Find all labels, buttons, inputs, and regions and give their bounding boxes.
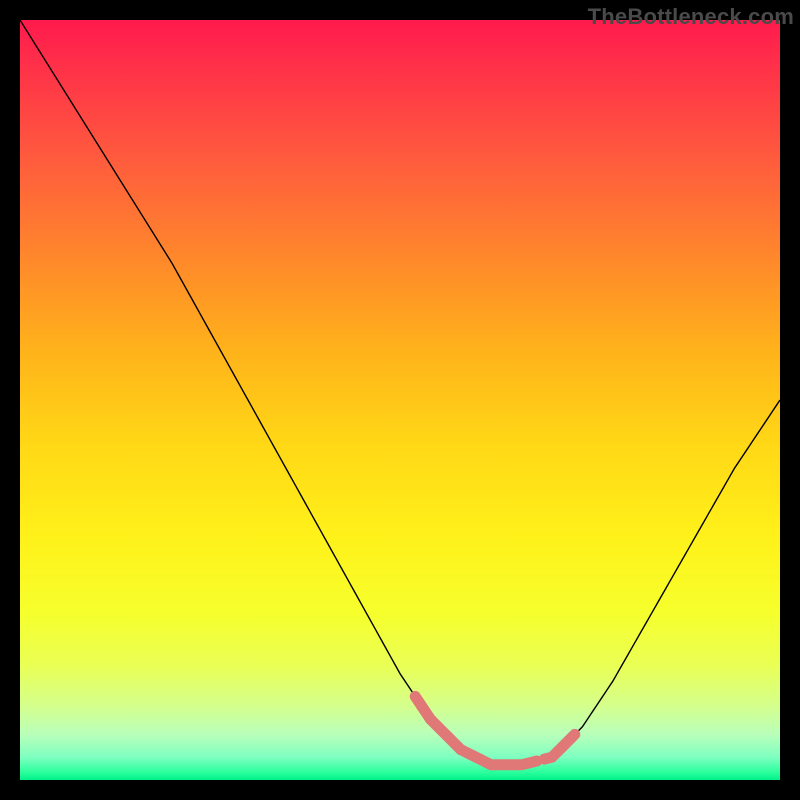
bottleneck-curve xyxy=(20,20,780,765)
plot-area xyxy=(20,20,780,780)
valley-right-marker xyxy=(544,734,574,759)
valley-left-marker xyxy=(415,696,461,749)
chart-stage: TheBottleneck.com xyxy=(0,0,800,800)
watermark-text: TheBottleneck.com xyxy=(588,4,794,30)
valley-floor-marker xyxy=(461,750,537,765)
curve-svg xyxy=(20,20,780,780)
